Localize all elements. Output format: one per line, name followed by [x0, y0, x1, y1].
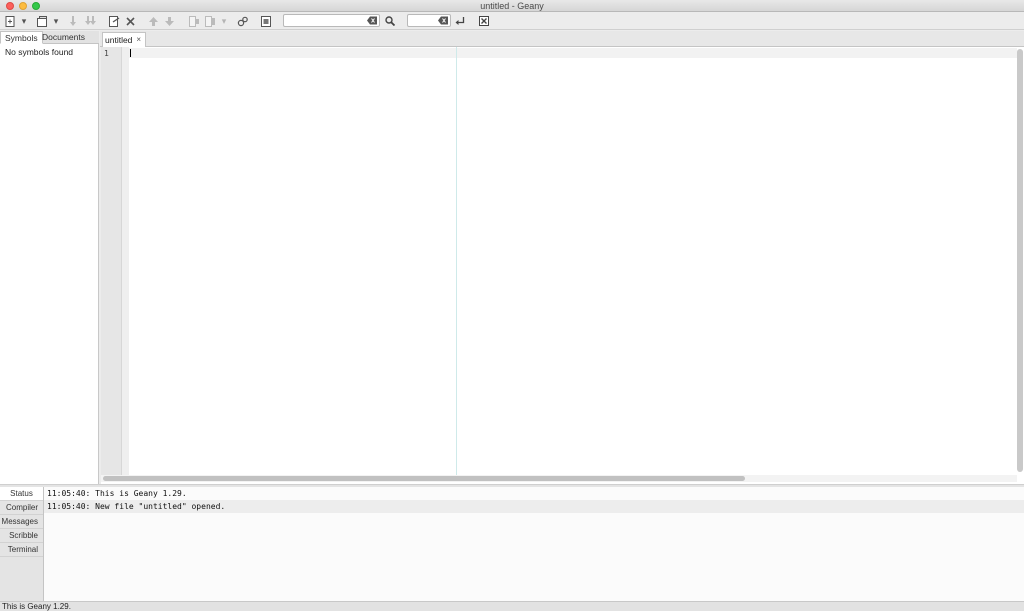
current-line-highlight	[129, 48, 1017, 58]
forward-arrow-icon[interactable]	[164, 15, 174, 27]
open-file-icon[interactable]	[36, 15, 48, 27]
tab-status[interactable]: Status	[0, 487, 43, 501]
search-input[interactable]	[284, 15, 379, 26]
compile-icon[interactable]	[188, 15, 200, 27]
color-chooser-icon[interactable]	[260, 15, 272, 27]
new-file-icon[interactable]	[4, 15, 16, 27]
tab-documents[interactable]: Documents	[38, 31, 89, 44]
horizontal-scrollbar[interactable]	[103, 476, 745, 481]
save-all-icon[interactable]	[84, 15, 96, 27]
goto-line-input-box[interactable]	[407, 14, 451, 27]
save-icon[interactable]	[68, 15, 78, 27]
list-item: 11:05:40: This is Geany 1.29.	[47, 489, 187, 498]
tab-compiler[interactable]: Compiler	[0, 501, 43, 515]
line-number: 1	[104, 49, 109, 58]
tab-label: untitled	[105, 35, 133, 45]
build-icon[interactable]	[204, 15, 216, 27]
status-text: This is Geany 1.29.	[2, 602, 71, 611]
clear-search-icon[interactable]	[367, 16, 377, 25]
message-window-tabs: Status Compiler Messages Scribble Termin…	[0, 487, 44, 601]
status-message-list[interactable]: 11:05:40: This is Geany 1.29. 11:05:40: …	[44, 487, 1024, 601]
toolbar: ▾ ▾ ▾	[0, 12, 1024, 30]
chevron-down-icon[interactable]: ▾	[220, 15, 228, 27]
line-number-margin: 1	[101, 47, 122, 475]
no-symbols-text: No symbols found	[5, 47, 74, 57]
editor[interactable]: 1	[101, 47, 1024, 484]
goto-line-icon[interactable]	[454, 15, 466, 27]
list-item: 11:05:40: New file "untitled" opened.	[44, 500, 1024, 513]
run-gears-icon[interactable]	[236, 15, 248, 27]
document-tabs: untitled ×	[100, 31, 1024, 47]
title-bar: untitled - Geany	[0, 0, 1024, 12]
sidebar: Symbols Documents No symbols found	[0, 31, 99, 484]
status-bar: This is Geany 1.29.	[0, 601, 1024, 611]
window-title: untitled - Geany	[480, 1, 544, 11]
tab-terminal[interactable]: Terminal	[0, 543, 43, 557]
vertical-scrollbar[interactable]	[1017, 49, 1023, 472]
search-input-box[interactable]	[283, 14, 380, 27]
tab-untitled[interactable]: untitled ×	[102, 32, 146, 47]
back-arrow-icon[interactable]	[148, 15, 158, 27]
chevron-down-icon[interactable]: ▾	[52, 15, 60, 27]
chevron-down-icon[interactable]: ▾	[20, 15, 28, 27]
search-icon[interactable]	[384, 15, 396, 27]
close-file-icon[interactable]	[124, 15, 136, 27]
close-tab-icon[interactable]: ×	[136, 33, 141, 47]
text-caret	[130, 49, 131, 57]
tab-symbols[interactable]: Symbols	[0, 31, 43, 44]
tab-scribble[interactable]: Scribble	[0, 529, 43, 543]
clear-goto-icon[interactable]	[438, 16, 448, 25]
revert-file-icon[interactable]	[108, 15, 120, 27]
tab-messages[interactable]: Messages	[0, 515, 43, 529]
fold-margin[interactable]	[122, 47, 129, 475]
quit-icon[interactable]	[478, 15, 490, 27]
long-line-marker	[456, 47, 457, 475]
sidebar-tabs: Symbols Documents	[0, 31, 99, 44]
